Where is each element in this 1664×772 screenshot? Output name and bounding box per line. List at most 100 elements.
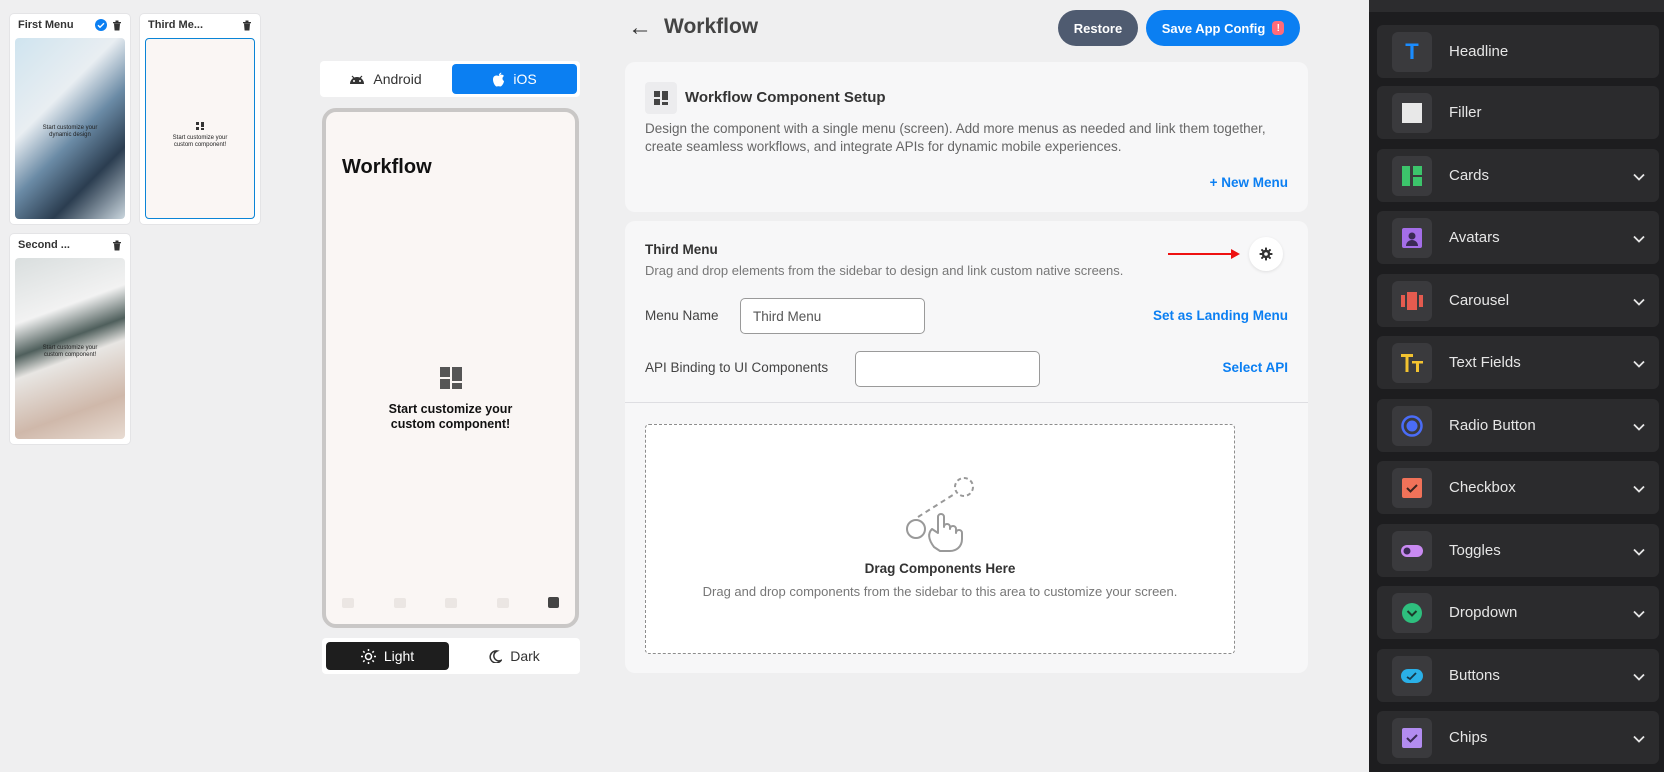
set-landing-menu-link[interactable]: Set as Landing Menu [1153, 308, 1288, 323]
setup-description: Design the component with a single menu … [645, 121, 1266, 154]
menu-thumb-third[interactable]: Third Me... Start customize your custom … [140, 14, 260, 224]
settings-button[interactable] [1249, 237, 1283, 271]
dark-label: Dark [510, 648, 540, 664]
save-app-config-button[interactable]: Save App Config ! [1146, 10, 1300, 46]
sidebar-item-carousel[interactable]: Carousel [1377, 274, 1659, 327]
setup-title: Workflow Component Setup [685, 89, 886, 106]
chevron-down-icon[interactable] [1633, 480, 1645, 496]
android-option[interactable]: Android [323, 64, 448, 94]
delete-icon[interactable] [112, 20, 122, 31]
api-binding-input[interactable] [855, 351, 1040, 387]
menu-name-input[interactable]: Third Menu [740, 298, 925, 334]
sidebar-top-bar [1369, 0, 1664, 12]
menu-thumb-first[interactable]: First Menu Start customize your dynamic … [10, 14, 130, 224]
thumb-label: First Menu [18, 19, 74, 31]
phone-preview: Workflow Start customize your custom com… [322, 108, 579, 628]
android-label: Android [373, 71, 422, 87]
sidebar-item-avatars[interactable]: Avatars [1377, 211, 1659, 264]
sidebar-item-headline[interactable]: T Headline [1377, 25, 1659, 78]
chevron-down-icon[interactable] [1633, 418, 1645, 434]
sidebar-item-chips[interactable]: Chips [1377, 711, 1659, 764]
sidebar-item-text-fields[interactable]: Text Fields [1377, 336, 1659, 389]
phone-title: Workflow [342, 156, 432, 178]
sidebar-item-label: Filler [1449, 104, 1482, 121]
gear-icon [1259, 247, 1273, 261]
filler-icon [1392, 92, 1432, 133]
component-setup-card: Workflow Component Setup Design the comp… [625, 62, 1308, 212]
checkbox-icon [1392, 467, 1432, 508]
menu-title: Third Menu [645, 242, 718, 257]
menu-thumb-second[interactable]: Second ... Start customize your custom c… [10, 234, 130, 444]
nav-tab-icon[interactable] [445, 597, 457, 608]
moon-icon [489, 649, 503, 663]
dropzone-description: Drag and drop components from the sideba… [702, 584, 1178, 599]
sidebar-item-cards[interactable]: Cards [1377, 149, 1659, 202]
grid-icon [196, 122, 204, 130]
chevron-down-icon[interactable] [1633, 668, 1645, 684]
thumb-preview: Start customize your custom component! [15, 258, 125, 439]
sidebar-item-toggles[interactable]: Toggles [1377, 524, 1659, 577]
component-dropzone[interactable]: Drag Components Here Drag and drop compo… [645, 424, 1235, 654]
sidebar-item-buttons[interactable]: Buttons [1377, 649, 1659, 702]
sidebar-item-checkbox[interactable]: Checkbox [1377, 461, 1659, 514]
grid-icon [439, 367, 462, 389]
ios-option[interactable]: iOS [452, 64, 577, 94]
chevron-down-icon[interactable] [1633, 168, 1645, 184]
android-icon [350, 75, 365, 84]
avatars-icon [1392, 217, 1432, 258]
chevron-down-icon[interactable] [1633, 230, 1645, 246]
phone-bottom-nav [342, 597, 559, 608]
sidebar-item-dropdown[interactable]: Dropdown [1377, 586, 1659, 639]
text-fields-icon [1392, 342, 1432, 383]
thumb-header: First Menu [10, 14, 130, 36]
sidebar-item-label: Radio Button [1449, 417, 1536, 434]
sidebar-item-filler[interactable]: Filler [1377, 86, 1659, 139]
dark-option[interactable]: Dark [453, 642, 576, 670]
light-option[interactable]: Light [326, 642, 449, 670]
dashboard-icon [645, 82, 677, 114]
chevron-down-icon[interactable] [1633, 605, 1645, 621]
sidebar-item-label: Text Fields [1449, 354, 1521, 371]
sun-icon [360, 648, 376, 664]
ios-label: iOS [513, 71, 537, 87]
chevron-down-icon[interactable] [1633, 293, 1645, 309]
menu-subtitle: Drag and drop elements from the sidebar … [645, 263, 1124, 278]
sidebar-item-label: Toggles [1449, 542, 1501, 559]
thumb-preview: Start customize your custom component! [145, 38, 255, 219]
drag-hand-icon [906, 477, 974, 552]
page-title: Workflow [664, 15, 759, 38]
select-api-link[interactable]: Select API [1222, 360, 1288, 375]
thumb-caption: Start customize your dynamic design [42, 124, 98, 138]
placeholder-line-1: Start customize your [388, 402, 513, 416]
chevron-down-icon[interactable] [1633, 355, 1645, 371]
chevron-down-icon[interactable] [1633, 730, 1645, 746]
nav-tab-icon[interactable] [393, 597, 406, 608]
platform-toggle: Android iOS [320, 61, 580, 97]
new-menu-button[interactable]: + New Menu [1210, 175, 1288, 190]
restore-button[interactable]: Restore [1058, 10, 1138, 46]
arrow-left-icon[interactable]: ← [628, 14, 652, 42]
theme-toggle: Light Dark [322, 638, 580, 674]
delete-icon[interactable] [242, 20, 252, 31]
nav-tab-icon[interactable] [342, 597, 354, 608]
dropzone-title: Drag Components Here [864, 561, 1016, 576]
delete-icon[interactable] [112, 240, 122, 251]
carousel-icon [1392, 280, 1432, 321]
sidebar-item-label: Headline [1449, 43, 1509, 60]
toggles-icon [1392, 530, 1432, 571]
thumb-header: Third Me... [140, 14, 260, 36]
chips-icon [1392, 717, 1432, 758]
check-circle-icon [95, 19, 107, 31]
sidebar-item-label: Carousel [1449, 292, 1510, 309]
sidebar-item-label: Dropdown [1449, 604, 1518, 621]
red-arrow-annotation [1168, 249, 1240, 259]
warning-badge: ! [1272, 21, 1285, 35]
nav-tab-icon[interactable] [548, 597, 559, 608]
nav-tab-icon[interactable] [496, 597, 509, 608]
divider [625, 402, 1308, 403]
sidebar-item-radio-button[interactable]: Radio Button [1377, 399, 1659, 452]
chevron-down-icon[interactable] [1633, 543, 1645, 559]
sidebar-item-label: Cards [1449, 167, 1490, 184]
sidebar-item-label: Avatars [1449, 229, 1500, 246]
cards-icon [1392, 155, 1432, 196]
